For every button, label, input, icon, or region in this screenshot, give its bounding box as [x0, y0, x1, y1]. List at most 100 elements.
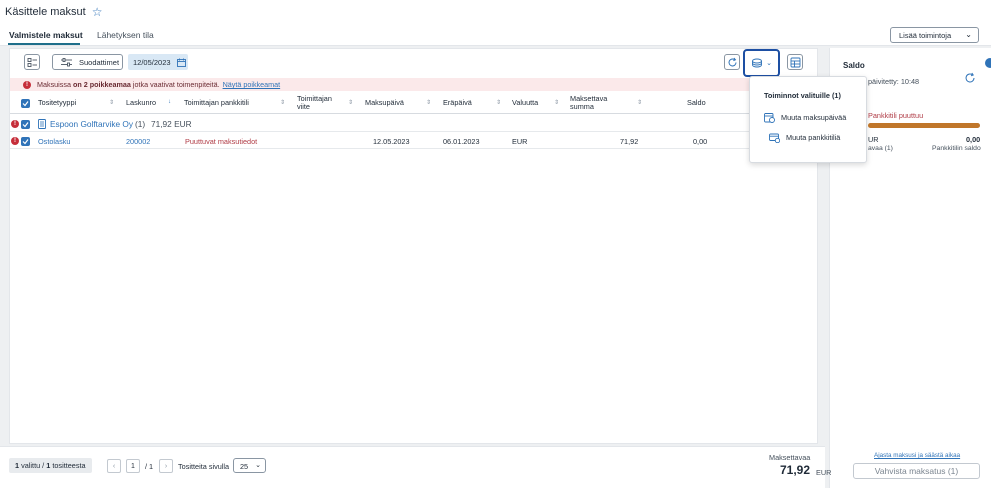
saldo-updated: päivitetty: 10:48	[868, 77, 920, 86]
column-header-saldo[interactable]: Saldo	[687, 92, 706, 114]
column-header-laskunro[interactable]: Laskunro	[126, 92, 156, 114]
cell-saldo: 0,00	[693, 137, 708, 146]
sort-icon[interactable]: ⇕	[554, 99, 559, 106]
saldo-progress-track	[868, 123, 980, 128]
payable-amount: 71,92	[780, 463, 811, 477]
spreadsheet-icon	[790, 57, 800, 67]
add-actions-dropdown[interactable]: Lisää toimintoja ⌄	[890, 27, 979, 43]
list-settings-icon	[27, 57, 37, 67]
menu-item-label: Muuta maksupäivää	[781, 113, 847, 122]
cell-laskunro[interactable]: 200002	[126, 137, 150, 146]
saldo-left-caption: avaa (1)	[868, 145, 893, 152]
spreadsheet-button[interactable]	[787, 54, 803, 70]
error-icon: !	[23, 80, 31, 89]
add-actions-label: Lisää toimintoja	[899, 31, 952, 40]
cell-valuutta: EUR	[512, 137, 528, 146]
column-header-valuutta[interactable]: Valuutta	[512, 92, 538, 114]
column-header-pankkitili[interactable]: Toimittajan pankkitili	[184, 92, 249, 114]
table-row[interactable]: ! Ostolasku 200002 Puuttuvat maksutiedot…	[10, 133, 817, 149]
error-icon: !	[11, 120, 19, 128]
bulk-actions-button[interactable]: ⌄	[743, 49, 780, 77]
next-page-button[interactable]: ›	[159, 459, 173, 473]
confirm-payment-button[interactable]: Vahvista maksatus (1)	[853, 463, 980, 479]
sort-icon[interactable]: ⇕	[109, 99, 114, 106]
row-checkbox[interactable]	[21, 137, 30, 146]
page-header: Käsittele maksut ☆	[5, 6, 102, 18]
column-settings-button[interactable]	[24, 54, 40, 70]
cell-pankkitili[interactable]: Puuttuvat maksutiedot	[185, 137, 257, 146]
chevron-down-icon: ⌄	[965, 30, 972, 39]
cell-erapaiva: 06.01.2023	[443, 137, 480, 146]
sort-icon[interactable]: ⇕	[426, 99, 431, 106]
selected-mid: valittu /	[21, 461, 45, 470]
cell-tositetyyppi[interactable]: Ostolasku	[38, 137, 70, 146]
column-header-erapaiva[interactable]: Eräpäivä	[443, 92, 472, 114]
table-header: Tositetyyppi ⇕ Laskunro ↓ Toimittajan pa…	[10, 92, 817, 114]
tab-valmistele-maksut[interactable]: Valmistele maksut	[9, 30, 83, 40]
footer-bar	[0, 446, 825, 488]
group-checkbox[interactable]	[21, 120, 30, 129]
page-number-input[interactable]: 1	[126, 459, 140, 473]
cell-maksupaiva[interactable]: 12.05.2023	[373, 137, 410, 146]
sort-icon[interactable]: ⇕	[280, 99, 285, 106]
refresh-icon	[728, 57, 736, 66]
alert-bold: on 2 poikkeamaa	[72, 80, 131, 89]
sliders-icon	[61, 57, 72, 66]
saldo-amount: 0,00	[966, 135, 981, 144]
calendar-icon	[176, 58, 186, 67]
tab-lahetyksen-tila[interactable]: Lähetyksen tila	[97, 30, 154, 40]
per-page-select[interactable]: 25 ⌄	[233, 458, 266, 473]
menu-item-change-bank-account[interactable]: Muuta pankkitiliä	[769, 132, 840, 143]
supplier-total-amount: 71,92 EUR	[151, 119, 192, 129]
prev-page-button[interactable]: ‹	[107, 459, 121, 473]
star-icon[interactable]: ☆	[92, 6, 103, 18]
supplier-name[interactable]: Espoon Golftarvike Oy	[50, 119, 133, 129]
bulk-actions-menu: Toiminnot valituille (1) Muuta maksupäiv…	[749, 76, 867, 163]
refresh-button[interactable]	[724, 54, 740, 70]
date-filter-value: 12/05/2023	[133, 57, 171, 67]
saldo-title: Saldo	[843, 61, 865, 70]
page-total: / 1	[145, 462, 154, 471]
error-icon: !	[11, 137, 19, 145]
calendar-edit-icon	[764, 113, 775, 123]
supplier-group-row[interactable]: ! Espoon Golftarvike Oy (1) 71,92 EUR	[10, 116, 817, 132]
saldo-progress-fill	[868, 123, 980, 128]
selection-summary: 1 valittu / 1 tositteesta	[9, 458, 92, 473]
cell-summa: 71,92	[620, 137, 639, 146]
sort-icon[interactable]: ⇕	[496, 99, 501, 106]
sort-icon[interactable]: ⇕	[637, 99, 642, 106]
column-header-summa[interactable]: Maksettava summa	[570, 92, 607, 114]
sort-icon[interactable]: ⇕	[348, 99, 353, 106]
alert-suffix: jotka vaativat toimenpiteitä.	[132, 80, 220, 89]
per-page-label: Tositteita sivulla	[178, 462, 230, 471]
payable-currency: EUR	[816, 468, 832, 477]
per-page-value: 25	[240, 462, 249, 471]
page-title: Käsittele maksut	[5, 6, 86, 18]
sort-desc-icon[interactable]: ↓	[168, 99, 171, 105]
total-suffix: tositteesta	[52, 461, 86, 470]
chevron-down-icon: ⌄	[766, 60, 772, 67]
select-all-checkbox[interactable]	[21, 92, 30, 114]
payment-stack-icon	[752, 58, 763, 68]
saldo-right-caption: Pankkitilin saldo	[932, 145, 981, 152]
chevron-left-icon: ‹	[112, 462, 116, 470]
column-header-viite-line2: viite	[297, 102, 310, 111]
refresh-icon[interactable]	[964, 72, 976, 84]
bulk-actions-title: Toiminnot valituille (1)	[764, 91, 841, 100]
saldo-currency: UR	[868, 135, 879, 144]
exceptions-alert: ! Maksuissa on 2 poikkeamaa jotka vaativ…	[10, 78, 817, 91]
column-header-tositetyyppi[interactable]: Tositetyyppi	[38, 92, 76, 114]
checkmark-icon	[22, 122, 29, 128]
schedule-payments-link[interactable]: Ajasta maksusi ja säästä aikaa	[874, 452, 960, 459]
filters-button[interactable]: Suodattimet	[52, 54, 123, 70]
column-header-viite[interactable]: Toimittajan viite	[297, 92, 332, 114]
column-header-summa-line2: summa	[570, 102, 594, 111]
missing-bank-account-warning: Pankkitili puuttuu	[868, 111, 924, 120]
notification-dot[interactable]	[985, 58, 991, 68]
chevron-down-icon: ⌄	[255, 462, 261, 469]
date-filter-chip[interactable]: 12/05/2023	[128, 54, 188, 70]
show-exceptions-link[interactable]: Näytä poikkeamat	[223, 80, 281, 89]
column-header-maksupaiva[interactable]: Maksupäivä	[365, 92, 404, 114]
supplier-invoice-count: (1)	[135, 119, 146, 129]
menu-item-change-payment-date[interactable]: Muuta maksupäivää	[764, 112, 846, 123]
